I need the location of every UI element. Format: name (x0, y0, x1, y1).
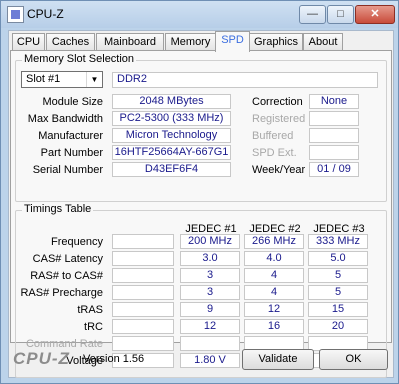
timing-row-label: tRAS (77, 304, 103, 316)
max-bandwidth-value: PC2-5300 (333 MHz) (112, 111, 231, 126)
timing-value-cell: 5 (308, 268, 368, 283)
tab-memory[interactable]: Memory (165, 33, 216, 50)
part-number-label: Part Number (40, 147, 103, 159)
memory-slot-group-label: Memory Slot Selection (22, 53, 137, 65)
timing-extra-cell (112, 251, 174, 266)
timing-row-label: tRC (84, 321, 103, 333)
week-year-value: 01 / 09 (309, 162, 359, 177)
timing-value-cell (180, 336, 240, 351)
timings-group-label: Timings Table (22, 203, 94, 215)
timing-value-cell: 333 MHz (308, 234, 368, 249)
part-number-value: 16HTF25664AY-667G1 (112, 145, 231, 160)
timing-row-label: RAS# Precharge (20, 287, 103, 299)
cpuz-logo: CPU-Z (13, 349, 70, 368)
module-size-value: 2048 MBytes (112, 94, 231, 109)
tab-strip: CPU Caches Mainboard Memory SPD Graphics… (9, 31, 393, 52)
window-title: CPU-Z (27, 7, 64, 21)
timing-value-cell: 12 (180, 319, 240, 334)
manufacturer-value: Micron Technology (112, 128, 231, 143)
tab-cpu[interactable]: CPU (12, 33, 45, 50)
timing-extra-cell (112, 319, 174, 334)
maximize-button[interactable]: □ (327, 5, 354, 24)
buffered-label: Buffered (252, 130, 294, 142)
registered-value (309, 111, 359, 126)
correction-value: None (309, 94, 359, 109)
timing-value-cell: 5.0 (308, 251, 368, 266)
timing-value-cell: 1.80 V (180, 353, 240, 368)
slot-select-value: Slot #1 (26, 73, 61, 85)
close-button[interactable]: ✕ (355, 5, 395, 24)
timing-value-cell: 4.0 (244, 251, 304, 266)
minimize-icon: — (307, 8, 318, 20)
buffered-value (309, 128, 359, 143)
maximize-icon: □ (337, 8, 344, 20)
timing-value-cell: 3.0 (180, 251, 240, 266)
timing-extra-cell (112, 234, 174, 249)
timing-value-cell: 3 (180, 268, 240, 283)
timing-value-cell: 4 (244, 268, 304, 283)
timing-value-cell: 5 (308, 285, 368, 300)
max-bandwidth-label: Max Bandwidth (27, 113, 103, 125)
timing-value-cell: 16 (244, 319, 304, 334)
module-size-label: Module Size (42, 96, 103, 108)
serial-number-label: Serial Number (32, 164, 103, 176)
timing-value-cell: 266 MHz (244, 234, 304, 249)
tab-about[interactable]: About (303, 33, 343, 50)
tab-caches[interactable]: Caches (46, 33, 95, 50)
timing-row-label: RAS# to CAS# (30, 270, 103, 282)
memory-type-field: DDR2 (112, 72, 378, 88)
spd-ext-value (309, 145, 359, 160)
timing-value-cell: 9 (180, 302, 240, 317)
timing-value-cell: 4 (244, 285, 304, 300)
week-year-label: Week/Year (252, 164, 306, 176)
ok-button[interactable]: OK (319, 349, 388, 370)
cpuz-window: CPU-Z — □ ✕ CPU Caches Mainboard Memory … (0, 0, 399, 384)
tab-graphics[interactable]: Graphics (249, 33, 303, 50)
timing-extra-cell (112, 268, 174, 283)
chevron-down-icon[interactable]: ▼ (86, 72, 102, 87)
timing-value-cell: 200 MHz (180, 234, 240, 249)
timing-value-cell: 20 (308, 319, 368, 334)
serial-number-value: D43EF6F4 (112, 162, 231, 177)
close-icon: ✕ (370, 8, 380, 20)
timing-extra-cell (112, 336, 174, 351)
cpuz-app-icon (7, 6, 24, 23)
spd-ext-label: SPD Ext. (252, 147, 297, 159)
correction-label: Correction (252, 96, 303, 108)
timing-value-cell: 3 (180, 285, 240, 300)
client-area: CPU Caches Mainboard Memory SPD Graphics… (8, 30, 394, 378)
tab-mainboard[interactable]: Mainboard (96, 33, 164, 50)
timing-value-cell: 12 (244, 302, 304, 317)
spd-panel: Memory Slot Selection Slot #1 ▼ DDR2 Mod… (10, 50, 392, 378)
timing-row-label: Frequency (51, 236, 103, 248)
timing-row-label: CAS# Latency (32, 253, 103, 265)
validate-button[interactable]: Validate (242, 349, 314, 370)
manufacturer-label: Manufacturer (38, 130, 103, 142)
registered-label: Registered (252, 113, 306, 125)
version-label: Version 1.56 (83, 353, 145, 365)
minimize-button[interactable]: — (299, 5, 326, 24)
timing-value-cell: 15 (308, 302, 368, 317)
timing-extra-cell (112, 302, 174, 317)
title-bar[interactable]: CPU-Z — □ ✕ (1, 1, 398, 28)
timing-extra-cell (112, 285, 174, 300)
tab-spd[interactable]: SPD (215, 31, 250, 52)
slot-select[interactable]: Slot #1 ▼ (21, 71, 103, 88)
